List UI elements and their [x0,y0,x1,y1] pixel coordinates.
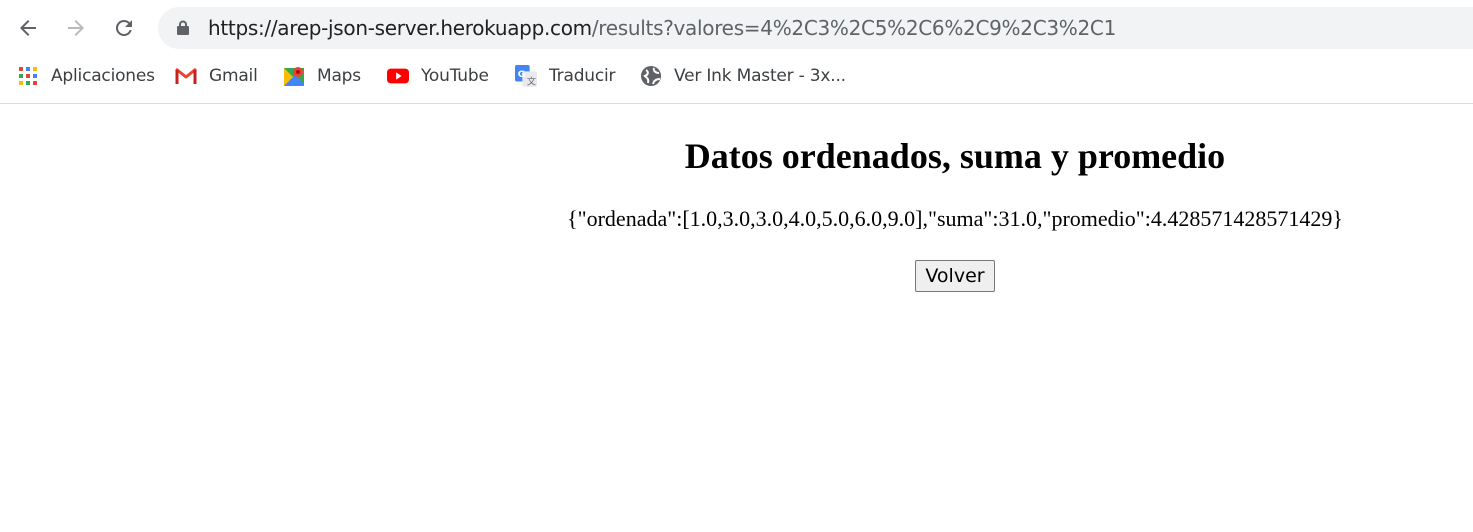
svg-text:文: 文 [527,75,536,87]
globe-icon [640,65,662,87]
reload-icon [115,19,132,36]
url-host: https://arep-json-server.herokuapp.com [208,16,592,40]
page-title: Datos ordenados, suma y promedio [684,136,1226,176]
json-result-text: {"ordenada":[1.0,3.0,3.0,4.0,5.0,6.0,9.0… [567,206,1343,231]
bookmark-maps[interactable]: Maps [283,58,361,94]
back-button[interactable] [10,10,46,46]
forward-button[interactable] [58,10,94,46]
url-path: /results?valores=4%2C3%2C5%2C6%2C9%2C3%2… [591,16,1116,40]
bookmark-label: Traducir [549,66,616,86]
bookmark-label: Ver Ink Master - 3x... [674,66,846,86]
address-bar[interactable]: https://arep-json-server.herokuapp.com/r… [158,7,1473,49]
bookmark-label: Gmail [209,66,258,86]
bookmark-label: Maps [317,66,361,86]
arrow-left-icon [20,20,36,36]
reload-button[interactable] [106,10,142,46]
svg-text:G: G [518,69,526,80]
bookmark-youtube[interactable]: YouTube [387,58,489,94]
browser-chrome: https://arep-json-server.herokuapp.com/r… [0,0,1473,104]
bookmark-label: Aplicaciones [51,66,155,86]
lock-icon [177,20,189,35]
bookmark-ver-ink-master[interactable]: Ver Ink Master - 3x... [640,58,846,94]
gmail-icon [175,65,197,87]
maps-icon [283,65,305,87]
arrow-right-icon [68,20,84,36]
bookmark-gmail[interactable]: Gmail [175,58,258,94]
youtube-icon [387,65,409,87]
bookmark-label: YouTube [421,66,489,86]
translate-icon: G文 [515,65,537,87]
bookmarks-bar: Aplicaciones Gmail Maps YouTube G文 Tradu… [0,58,1473,94]
bookmark-traducir[interactable]: G文 Traducir [515,58,616,94]
volver-button[interactable]: Volver [915,260,995,292]
url-text: https://arep-json-server.herokuapp.com/r… [208,15,1116,41]
apps-grid-icon [17,65,39,87]
bookmark-aplicaciones[interactable]: Aplicaciones [17,58,155,94]
